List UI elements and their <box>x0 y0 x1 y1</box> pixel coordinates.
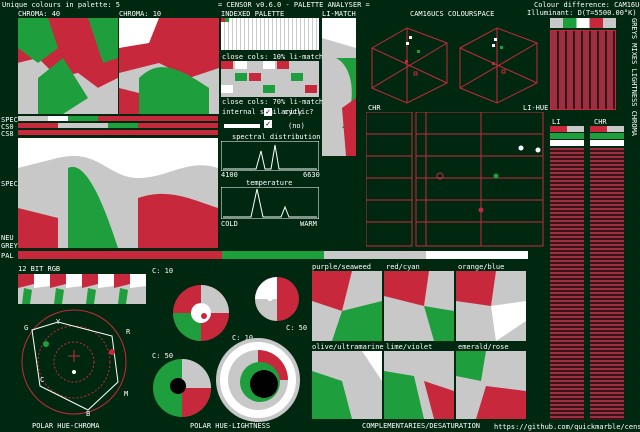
app-title: = CENSOR v0.6.0 - PALETTE ANALYSER = <box>218 1 370 9</box>
li-hue-label: LI-HUE <box>523 104 549 112</box>
colour-difference-label: Colour difference: CAM16UCS <box>534 1 640 9</box>
axis-label-b: B <box>86 410 91 418</box>
complement-label-4: olive/ultramarine <box>312 343 384 351</box>
close-cols-70-label: close cols: 70% li-match <box>222 98 324 106</box>
axis-label-y: Y <box>56 318 61 326</box>
complement-lime-violet <box>384 351 454 419</box>
complement-label-2: red/cyan <box>386 263 420 271</box>
complement-olive-ultramarine <box>312 351 382 419</box>
wavelength-min: 4100 <box>221 171 238 179</box>
github-url-link[interactable]: https://github.com/quickmarble/censor <box>494 423 640 431</box>
complement-label-3: orange/blue <box>458 263 505 271</box>
cold-label: COLD <box>221 220 238 228</box>
complement-label-6: emerald/rose <box>458 343 509 351</box>
grey-label: GREY <box>1 242 18 250</box>
li-label: LI <box>552 118 561 126</box>
spectral-distribution-label: spectral distribution <box>232 133 321 141</box>
rgb-12bit-strip <box>18 274 146 304</box>
li-swatch-3 <box>550 140 584 146</box>
chr-lihue-plot <box>366 112 544 247</box>
cam16-colourspace-plot <box>371 27 538 104</box>
axis-label-r: R <box>126 328 131 336</box>
spec-bar-label: SPEC <box>1 180 18 188</box>
internal-similarity-checkbox[interactable]: ✓ <box>264 108 272 116</box>
chroma-40-label: CHROMA: 40 <box>18 10 61 18</box>
polar-hue-chroma-plot <box>21 309 127 415</box>
c10-ring-label: C: 10 <box>152 267 174 275</box>
axis-label-m: M <box>124 390 129 398</box>
li-column <box>550 148 584 420</box>
hue-disc-c50-small <box>255 277 299 321</box>
temperature-plot <box>221 187 319 219</box>
polar-hue-lightness-label: POLAR HUE-LIGHTNESS <box>190 422 271 430</box>
spectrum-plot <box>18 138 218 248</box>
li-match-strip <box>322 18 356 156</box>
complement-label-1: purple/seaweed <box>312 263 372 271</box>
wavelength-max: 6630 <box>303 171 320 179</box>
indexed-palette-label: INDEXED PALETTE <box>221 10 285 18</box>
complement-label-5: lime/violet <box>386 343 433 351</box>
complement-purple-seaweed <box>312 271 382 341</box>
hue-disc-c50 <box>153 359 211 417</box>
app-window: { "header": { "unique_colours": "Unique … <box>0 0 640 432</box>
complement-red-cyan <box>384 271 454 341</box>
warm-label: WARM <box>300 220 317 228</box>
hue-disc-c10 <box>173 285 229 341</box>
chroma-10-label: CHROMA: 10 <box>119 10 162 18</box>
c50-small-label: C: 50 <box>286 324 308 332</box>
close-cols-10-label: close cols: 10% li-match <box>222 53 324 61</box>
close-cols-10-grid <box>221 61 319 97</box>
neu-label: NEU <box>1 234 14 242</box>
li-match-label: LI-MATCH <box>322 10 356 18</box>
indexed-palette-grid <box>221 18 319 50</box>
unique-colours-label: Unique colours in palette: 5 <box>2 1 121 9</box>
temperature-label: temperature <box>246 179 293 187</box>
li-swatch-1 <box>550 126 584 132</box>
cyclic-checkbox[interactable]: ✓ <box>264 120 272 128</box>
chr-swatch-1 <box>590 126 624 132</box>
chr-label: CHR <box>368 104 381 112</box>
complement-emerald-rose <box>456 351 526 419</box>
spectral-distribution-plot <box>221 141 319 171</box>
rgb-12bit-label: 12 BIT RGB <box>18 265 61 273</box>
polar-hue-chroma-label: POLAR HUE-CHROMA <box>32 422 100 430</box>
chr-right-label: CHR <box>594 118 607 126</box>
cs0-strip <box>18 123 218 128</box>
cs8-strip <box>18 130 218 135</box>
illuminant-label: Illuminant: D(T=5500.00°K) <box>527 9 637 17</box>
mixes-grid <box>550 30 616 110</box>
hue-ring-c10 <box>216 338 300 422</box>
chroma-40-plot <box>18 18 118 114</box>
complement-orange-blue <box>456 271 526 341</box>
axis-label-c: C <box>40 376 45 384</box>
cs8-label: CS8 <box>1 130 14 138</box>
palette-bar <box>18 251 528 259</box>
pal-label: PAL <box>1 252 14 260</box>
cyclic-label: cyclic? <box>284 108 314 116</box>
li-swatch-2 <box>550 133 584 139</box>
cyclic-value: (no) <box>288 122 305 130</box>
chr-swatch-2 <box>590 133 624 139</box>
similarity-bar <box>224 124 260 128</box>
spec-strip <box>18 116 218 121</box>
chr-swatch-3 <box>590 140 624 146</box>
axis-label-g: G <box>24 324 29 332</box>
chr-column <box>590 148 624 420</box>
complementaries-label: COMPLEMENTARIES/DESATURATION <box>362 422 481 430</box>
chroma-10-plot <box>119 18 219 114</box>
cam16-space-label: CAM16UCS COLOURSPACE <box>410 10 495 18</box>
greys-swatches-top <box>550 18 616 28</box>
